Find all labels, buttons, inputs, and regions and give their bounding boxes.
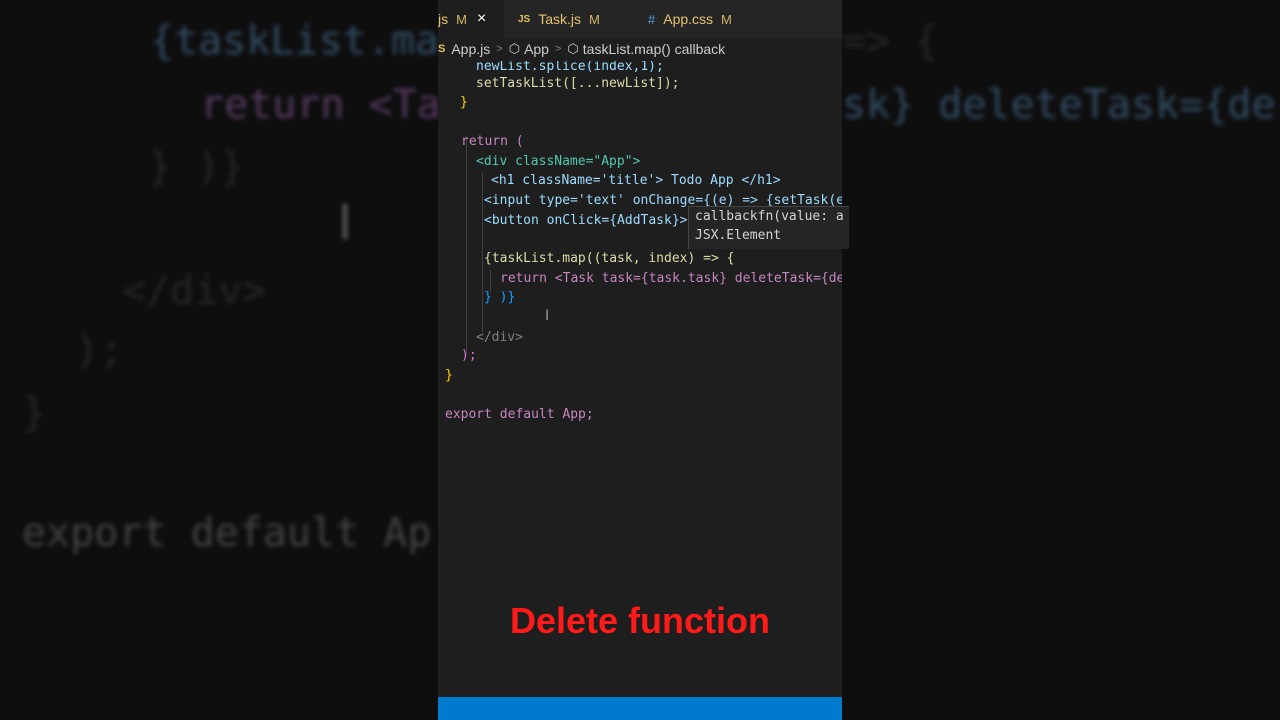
code-line[interactable]: } <box>460 93 468 112</box>
bg-code-line: } <box>22 390 47 436</box>
code-line[interactable]: return <Task task={task.task} deleteTask… <box>500 269 842 288</box>
code-line[interactable]: </div> <box>476 328 523 347</box>
bg-code-line: => { <box>842 18 939 64</box>
code-line[interactable]: export default App; <box>445 405 594 424</box>
breadcrumb-component[interactable]: App <box>524 41 549 57</box>
tooltip-return-type: JSX.Element <box>695 228 782 243</box>
close-icon[interactable]: × <box>477 10 486 28</box>
breadcrumb-symbol[interactable]: taskList.map() callback <box>583 41 725 57</box>
code-line[interactable]: ); <box>461 346 477 365</box>
status-bar <box>438 697 842 720</box>
tab-bar: js M × JS Task.js M # App.css M <box>438 0 842 38</box>
code-line[interactable]: <h1 className='title'> Todo App </h1> <box>491 171 781 190</box>
cube-icon: ⬡ <box>508 41 521 56</box>
code-line[interactable]: <button onClick={AddTask}> <box>484 211 688 230</box>
bg-code-line: sk} deleteTask={de <box>842 82 1276 128</box>
bg-code-line: </div> <box>122 268 267 314</box>
modified-badge: M <box>456 11 467 27</box>
indent-guide <box>482 172 483 332</box>
tab-app-js[interactable]: js M × <box>438 0 504 38</box>
bg-code-line: {taskList.ma <box>150 18 439 64</box>
breadcrumb-file[interactable]: App.js <box>451 41 490 57</box>
tab-label: js <box>438 11 449 27</box>
js-file-icon: S <box>438 43 446 55</box>
tab-task-js[interactable]: JS Task.js M <box>518 0 638 38</box>
video-caption: Delete function <box>509 600 770 641</box>
chevron-right-icon: > <box>496 43 503 55</box>
bg-code-line: export default Ap <box>22 510 432 556</box>
signature-tooltip: callbackfn(value: a JSX.Element <box>688 206 849 249</box>
tab-app-css[interactable]: # App.css M <box>648 0 768 38</box>
code-line[interactable]: return ( <box>461 132 524 151</box>
code-line[interactable]: } <box>445 366 453 385</box>
indent-guide <box>466 135 467 355</box>
text-cursor-icon: I <box>338 195 353 251</box>
bg-code-line: ); <box>75 328 124 374</box>
js-file-icon: JS <box>518 13 531 25</box>
code-line[interactable]: setTaskList([...newList]); <box>476 74 680 93</box>
cube-icon: ⬡ <box>567 41 579 56</box>
modified-badge: M <box>589 11 600 27</box>
bg-code-line: } )} <box>148 144 245 190</box>
code-line[interactable]: <div className="App"> <box>476 152 640 171</box>
modified-badge: M <box>721 11 732 27</box>
tab-label: App.css <box>663 11 714 27</box>
tooltip-signature: callbackfn(value: a <box>695 209 844 224</box>
tab-label: Task.js <box>538 11 582 27</box>
text-cursor-icon: I <box>545 308 550 324</box>
bg-code-line: return <Ta <box>200 82 441 128</box>
css-file-icon: # <box>648 11 656 27</box>
code-line[interactable]: } )} <box>484 288 515 307</box>
breadcrumb: S App.js > ⬡ App > ⬡ taskList.map() call… <box>438 38 842 60</box>
code-line-cursor[interactable]: {taskList.map((task, index) => { <box>484 249 734 268</box>
chevron-right-icon: > <box>554 43 562 55</box>
